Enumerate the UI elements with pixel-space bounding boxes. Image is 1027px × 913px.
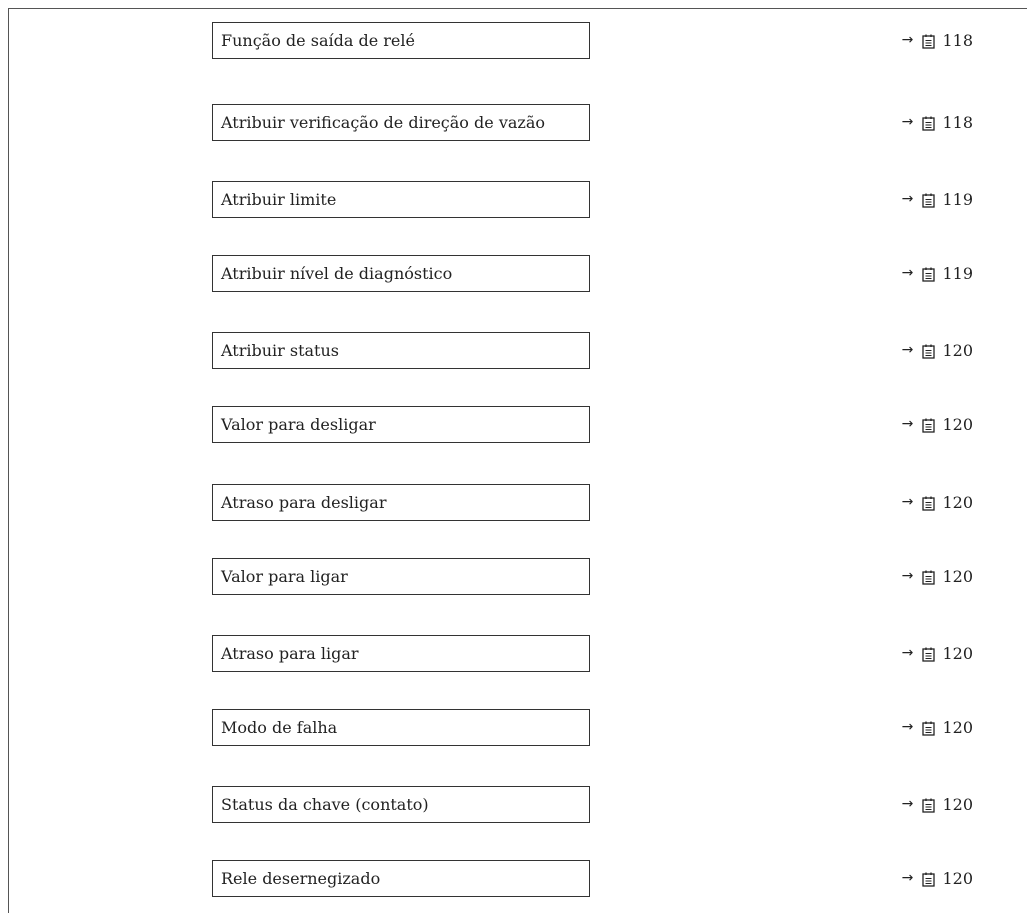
page-reference-link[interactable]: → 120: [899, 558, 973, 595]
page-reference-icon: [922, 344, 936, 359]
parameter-button[interactable]: Atribuir status: [212, 332, 590, 369]
page-reference-icon: [922, 267, 936, 282]
arrow-right-icon: →: [901, 114, 914, 130]
arrow-right-icon: →: [901, 568, 914, 584]
page-reference-link[interactable]: → 120: [899, 332, 973, 369]
page-reference-link[interactable]: → 120: [899, 709, 973, 746]
parameter-row: Atraso para desligar → 120: [0, 484, 1027, 521]
page-reference-icon: [922, 647, 936, 662]
arrow-right-icon: →: [901, 645, 914, 661]
page-number: 120: [942, 795, 973, 814]
page-number: 120: [942, 567, 973, 586]
page-number: 118: [942, 31, 973, 50]
page-reference-icon: [922, 34, 936, 49]
page-reference-icon: [922, 872, 936, 887]
page-number: 118: [942, 113, 973, 132]
arrow-right-icon: →: [901, 870, 914, 886]
page-number: 120: [942, 644, 973, 663]
page-reference-link[interactable]: → 118: [899, 22, 973, 59]
arrow-right-icon: →: [901, 342, 914, 358]
page-reference-link[interactable]: → 120: [899, 786, 973, 823]
page-reference-link[interactable]: → 120: [899, 860, 973, 897]
page-number: 119: [942, 190, 973, 209]
page-reference-link[interactable]: → 120: [899, 484, 973, 521]
page-reference-icon: [922, 418, 936, 433]
parameter-button[interactable]: Status da chave (contato): [212, 786, 590, 823]
parameter-button[interactable]: Rele desernegizado: [212, 860, 590, 897]
parameter-button[interactable]: Atraso para ligar: [212, 635, 590, 672]
page-reference-link[interactable]: → 118: [899, 104, 973, 141]
page-reference-icon: [922, 116, 936, 131]
parameter-row: Atribuir status → 120: [0, 332, 1027, 369]
page-reference-link[interactable]: → 119: [899, 255, 973, 292]
parameter-row: Atribuir nível de diagnóstico → 119: [0, 255, 1027, 292]
arrow-right-icon: →: [901, 32, 914, 48]
parameter-button[interactable]: Modo de falha: [212, 709, 590, 746]
parameter-button[interactable]: Atribuir limite: [212, 181, 590, 218]
page-reference-link[interactable]: → 120: [899, 406, 973, 443]
parameter-button[interactable]: Função de saída de relé: [212, 22, 590, 59]
page-number: 120: [942, 869, 973, 888]
page-reference-link[interactable]: → 119: [899, 181, 973, 218]
page-reference-icon: [922, 721, 936, 736]
page-number: 120: [942, 718, 973, 737]
parameter-button[interactable]: Atribuir verificação de direção de vazão: [212, 104, 590, 141]
arrow-right-icon: →: [901, 719, 914, 735]
page-reference-icon: [922, 798, 936, 813]
parameter-row: Atraso para ligar → 120: [0, 635, 1027, 672]
parameter-row: Atribuir limite → 119: [0, 181, 1027, 218]
parameter-row: Valor para desligar → 120: [0, 406, 1027, 443]
parameter-row: Valor para ligar → 120: [0, 558, 1027, 595]
page-number: 120: [942, 341, 973, 360]
parameter-row: Função de saída de relé → 118: [0, 22, 1027, 59]
parameter-button[interactable]: Valor para ligar: [212, 558, 590, 595]
parameter-button[interactable]: Atribuir nível de diagnóstico: [212, 255, 590, 292]
arrow-right-icon: →: [901, 265, 914, 281]
page-reference-link[interactable]: → 120: [899, 635, 973, 672]
arrow-right-icon: →: [901, 796, 914, 812]
page-reference-icon: [922, 496, 936, 511]
arrow-right-icon: →: [901, 494, 914, 510]
page-reference-icon: [922, 570, 936, 585]
parameter-button[interactable]: Atraso para desligar: [212, 484, 590, 521]
parameter-row: Atribuir verificação de direção de vazão…: [0, 104, 1027, 141]
arrow-right-icon: →: [901, 191, 914, 207]
parameter-button[interactable]: Valor para desligar: [212, 406, 590, 443]
page-reference-icon: [922, 193, 936, 208]
parameter-row: Rele desernegizado → 120: [0, 860, 1027, 897]
parameter-list: Função de saída de relé → 118 Atribuir v…: [0, 0, 1027, 913]
page-number: 120: [942, 493, 973, 512]
parameter-row: Status da chave (contato) → 120: [0, 786, 1027, 823]
page-number: 119: [942, 264, 973, 283]
page-number: 120: [942, 415, 973, 434]
arrow-right-icon: →: [901, 416, 914, 432]
parameter-row: Modo de falha → 120: [0, 709, 1027, 746]
